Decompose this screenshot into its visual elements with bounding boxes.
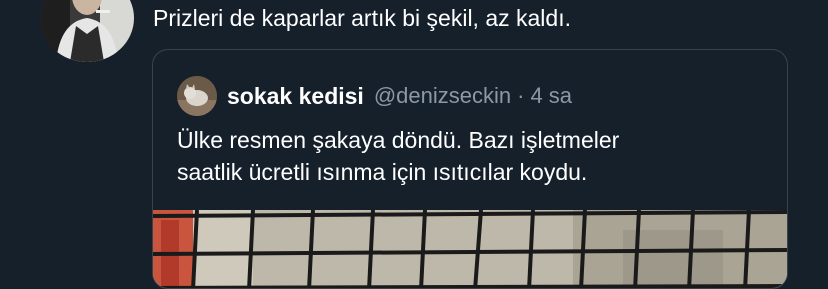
quoted-text-line: Ülke resmen şakaya döndü. Bazı işletmele…: [177, 127, 620, 153]
author-avatar[interactable]: [40, 0, 134, 62]
quoted-tweet-text: Ülke resmen şakaya döndü. Bazı işletmele…: [177, 124, 767, 188]
quoted-tweet-image[interactable]: [153, 210, 787, 288]
grated-window-photo: [153, 210, 787, 288]
quoted-author-handle[interactable]: @denizseckin: [374, 83, 511, 109]
separator-dot: ·: [517, 83, 525, 108]
quoted-timestamp[interactable]: 4 sa: [530, 83, 572, 109]
quoted-author-avatar-image: [177, 76, 217, 116]
quoted-author-name[interactable]: sokak kedisi: [227, 83, 364, 110]
tweet-text: Prizleri de kaparlar artık bi şekil, az …: [153, 5, 571, 31]
quoted-text-line: saatlik ücretli ısınma için ısıtıcılar k…: [177, 159, 588, 185]
quoted-author-avatar[interactable]: [177, 76, 217, 116]
tweet: Prizleri de kaparlar artık bi şekil, az …: [0, 0, 828, 289]
quoted-tweet-header: sokak kedisi @denizseckin · 4 sa: [177, 76, 572, 116]
author-avatar-image: [40, 0, 134, 62]
quoted-tweet-card[interactable]: sokak kedisi @denizseckin · 4 sa Ülke re…: [152, 49, 788, 289]
